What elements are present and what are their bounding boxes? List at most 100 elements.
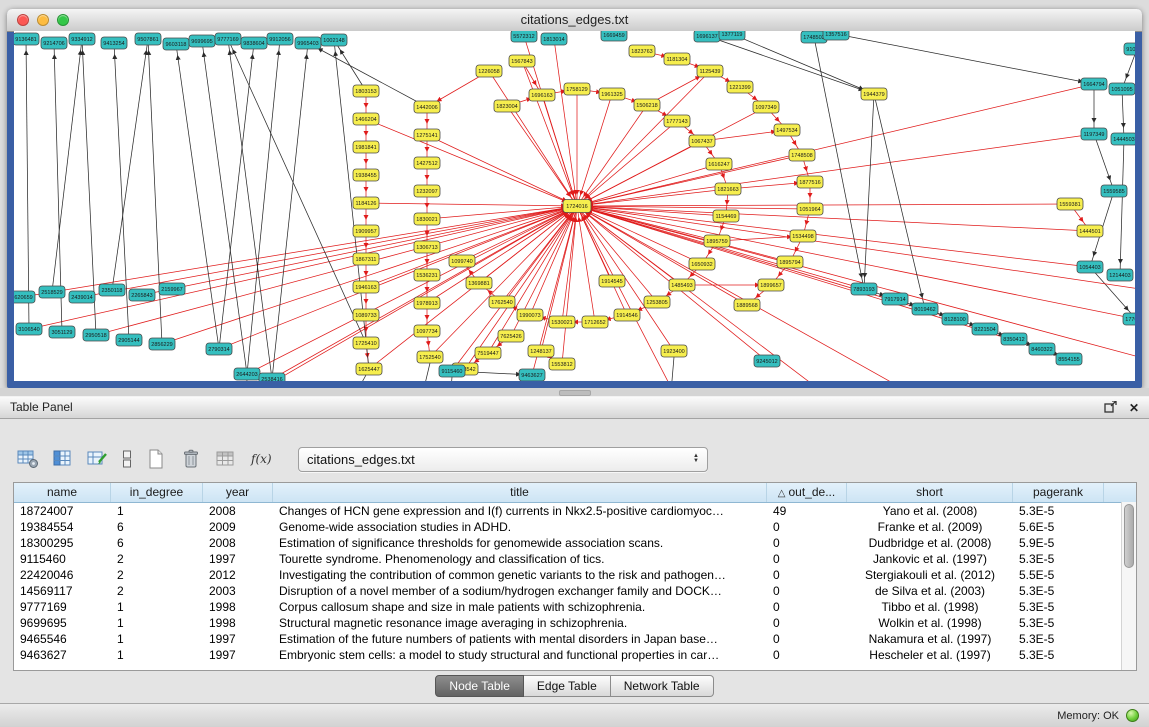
network-table-select[interactable]: citations_edges.txt ▲▼	[298, 447, 708, 472]
network-node[interactable]: 9699695	[189, 35, 215, 47]
network-node[interactable]: 9965403	[295, 37, 321, 49]
network-node[interactable]: 1944379	[861, 88, 887, 100]
network-node[interactable]: 1895759	[704, 235, 730, 247]
table-cell[interactable]: 49	[767, 503, 847, 519]
network-node[interactable]: 1248137	[528, 345, 554, 357]
column-header-name[interactable]: name	[14, 483, 111, 502]
table-cell[interactable]: 0	[767, 647, 847, 663]
table-cell[interactable]: 1	[111, 647, 203, 663]
network-node[interactable]: 1978913	[414, 297, 440, 309]
network-node[interactable]: 1813014	[541, 33, 567, 45]
network-node[interactable]: 1712652	[582, 316, 608, 328]
network-node[interactable]: 1823004	[494, 100, 520, 112]
network-node[interactable]: 9777169	[215, 33, 241, 45]
table-cell[interactable]: de Silva et al. (2003)	[847, 583, 1013, 599]
network-node[interactable]: 9603118	[163, 38, 189, 50]
network-node[interactable]: 1051964	[797, 203, 823, 215]
network-node[interactable]: 1748508	[789, 149, 815, 161]
network-node[interactable]: 2620659	[14, 291, 35, 303]
table-cell[interactable]: 0	[767, 583, 847, 599]
table-cell[interactable]: 14569117	[14, 583, 111, 599]
network-node[interactable]: 2790314	[206, 343, 232, 355]
network-node[interactable]: 7625426	[498, 330, 524, 342]
table-cell[interactable]: 9699695	[14, 615, 111, 631]
table-cell[interactable]: 0	[767, 567, 847, 583]
table-cell[interactable]: 0	[767, 615, 847, 631]
row-options-icon[interactable]	[121, 448, 133, 470]
network-node[interactable]: 7519447	[475, 347, 501, 359]
network-node[interactable]: 9136481	[14, 33, 39, 45]
table-cell[interactable]: 2	[111, 567, 203, 583]
table-row[interactable]: 946362711997Embryonic stem cells: a mode…	[14, 647, 1122, 663]
network-node[interactable]: 1758129	[564, 83, 590, 95]
table-cell[interactable]: 1	[111, 615, 203, 631]
table-cell[interactable]: 22420046	[14, 567, 111, 583]
memory-status-indicator[interactable]	[1126, 709, 1139, 722]
network-node[interactable]: 1306713	[414, 241, 440, 253]
network-node[interactable]: 2905144	[116, 334, 142, 346]
table-cell[interactable]: Corpus callosum shape and size in male p…	[273, 599, 767, 615]
network-node[interactable]: 1909957	[353, 225, 379, 237]
network-node[interactable]: 1938455	[353, 169, 379, 181]
network-node[interactable]: 1567843	[509, 55, 535, 67]
table-cell[interactable]: Hescheler et al. (1997)	[847, 647, 1013, 663]
table-cell[interactable]: Nakamura et al. (1997)	[847, 631, 1013, 647]
network-node[interactable]: 1914546	[614, 309, 640, 321]
network-node[interactable]: 9507861	[135, 33, 161, 45]
table-cell[interactable]: 18300295	[14, 535, 111, 551]
table-cell[interactable]: 18724007	[14, 503, 111, 519]
network-node[interactable]: 1369881	[466, 277, 492, 289]
float-panel-icon[interactable]	[1104, 401, 1117, 415]
network-node[interactable]: 9334912	[69, 33, 95, 45]
table-settings-icon[interactable]	[16, 448, 40, 470]
network-node[interactable]: 1914545	[599, 275, 625, 287]
table-cell[interactable]: 1998	[203, 599, 273, 615]
network-node[interactable]: 7917914	[882, 293, 908, 305]
network-node[interactable]: 8221504	[972, 323, 998, 335]
tab-network-table[interactable]: Network Table	[611, 675, 714, 697]
table-cell[interactable]: 5.9E-5	[1013, 535, 1104, 551]
network-node[interactable]: 8019462	[912, 303, 938, 315]
network-node[interactable]: 1466204	[353, 113, 379, 125]
column-header-short[interactable]: short	[847, 483, 1013, 502]
column-header-in-degree[interactable]: in_degree	[111, 483, 203, 502]
network-node[interactable]: 1669459	[601, 31, 627, 41]
table-cell[interactable]: Dudbridge et al. (2008)	[847, 535, 1013, 551]
network-node[interactable]: 1253805	[644, 296, 670, 308]
table-cell[interactable]: 1	[111, 599, 203, 615]
minimize-window-button[interactable]	[37, 14, 49, 26]
table-cell[interactable]: 1997	[203, 631, 273, 647]
import-table-icon[interactable]	[214, 448, 238, 470]
network-node[interactable]: 7893193	[851, 283, 877, 295]
table-cell[interactable]: Investigating the contribution of common…	[273, 567, 767, 583]
table-row[interactable]: 1830029562008Estimation of significance …	[14, 535, 1122, 551]
table-cell[interactable]: 1	[111, 503, 203, 519]
table-cell[interactable]: 1	[111, 631, 203, 647]
panel-splitter[interactable]	[0, 388, 1149, 396]
network-node[interactable]: 2265843	[129, 289, 155, 301]
network-node[interactable]: 1770353	[1123, 313, 1135, 325]
network-node[interactable]: 1534498	[790, 230, 816, 242]
table-cell[interactable]: 0	[767, 519, 847, 535]
network-node[interactable]: 1696163	[529, 89, 555, 101]
column-header-title[interactable]: title	[273, 483, 767, 502]
network-node[interactable]: 9413254	[101, 37, 127, 49]
network-node[interactable]: 1097349	[753, 101, 779, 113]
network-node[interactable]: 2538416	[259, 373, 285, 381]
table-cell[interactable]: 0	[767, 551, 847, 567]
table-cell[interactable]: Structural magnetic resonance image aver…	[273, 615, 767, 631]
network-node[interactable]: 1221399	[727, 81, 753, 93]
network-node[interactable]: 2518529	[39, 286, 65, 298]
table-cell[interactable]: 1998	[203, 615, 273, 631]
close-panel-icon[interactable]: ✕	[1129, 402, 1139, 414]
table-cell[interactable]: Jankovic et al. (1997)	[847, 551, 1013, 567]
table-cell[interactable]: 6	[111, 519, 203, 535]
table-row[interactable]: 1872400712008Changes of HCN gene express…	[14, 503, 1122, 519]
network-node[interactable]: 1097734	[414, 325, 440, 337]
network-node[interactable]: 3106540	[16, 323, 42, 335]
network-node[interactable]: 2644203	[234, 368, 260, 380]
table-cell[interactable]: 9777169	[14, 599, 111, 615]
network-node[interactable]: 1867311	[353, 253, 379, 265]
network-node[interactable]: 1536231	[414, 269, 440, 281]
network-node[interactable]: 1214403	[1107, 269, 1133, 281]
